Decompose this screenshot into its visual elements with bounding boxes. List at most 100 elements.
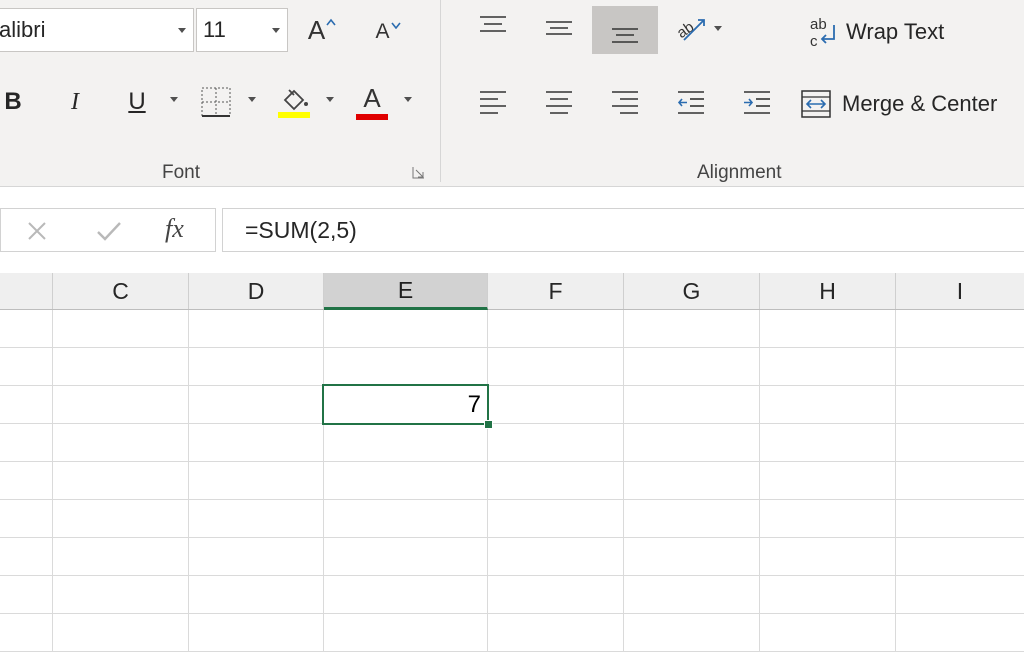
grid-cell[interactable] (53, 310, 189, 348)
grid-cell[interactable] (324, 310, 488, 348)
grid-cell[interactable] (896, 310, 1024, 348)
grid-cell[interactable] (324, 462, 488, 500)
fill-color-dropdown-icon[interactable] (326, 97, 334, 102)
decrease-font-size-button[interactable]: A (366, 12, 410, 52)
grid-cell[interactable] (624, 576, 760, 614)
grid-cell[interactable] (0, 462, 53, 500)
grid-cell[interactable] (324, 538, 488, 576)
font-dialog-launcher-icon[interactable] (412, 166, 426, 180)
grid-cell[interactable] (896, 462, 1024, 500)
grid-cell[interactable] (624, 614, 760, 652)
fill-color-button[interactable] (276, 82, 312, 122)
orientation-dropdown-icon[interactable] (714, 26, 722, 31)
grid-cell[interactable] (189, 500, 324, 538)
grid-cell[interactable] (324, 576, 488, 614)
grid-cell[interactable] (896, 348, 1024, 386)
grid-cell[interactable] (189, 462, 324, 500)
cancel-x-icon[interactable] (25, 219, 49, 243)
font-color-dropdown-icon[interactable] (404, 97, 412, 102)
underline-button[interactable]: U (122, 80, 152, 124)
borders-dropdown-icon[interactable] (248, 97, 256, 102)
column-header-f[interactable]: F (488, 273, 624, 309)
grid-cell[interactable] (189, 576, 324, 614)
grid-cell[interactable] (896, 424, 1024, 462)
grid-cell[interactable] (53, 500, 189, 538)
grid-cell[interactable] (0, 386, 53, 424)
grid-cell[interactable] (0, 538, 53, 576)
grid-cell[interactable] (488, 462, 624, 500)
increase-indent-button[interactable] (736, 84, 778, 120)
font-name-dropdown-icon[interactable] (171, 27, 193, 33)
merge-center-button[interactable]: Merge & Center (800, 84, 1024, 124)
grid-cell[interactable] (760, 576, 896, 614)
grid-cell[interactable] (324, 348, 488, 386)
decrease-indent-button[interactable] (670, 84, 712, 120)
grid-cell[interactable] (488, 348, 624, 386)
bottom-align-button[interactable] (592, 6, 658, 54)
grid-cell[interactable] (896, 614, 1024, 652)
grid-cell[interactable] (53, 614, 189, 652)
align-left-button[interactable] (472, 84, 514, 120)
grid-cell[interactable] (624, 348, 760, 386)
grid-cell[interactable] (0, 310, 53, 348)
grid-cell[interactable] (896, 500, 1024, 538)
column-header-g[interactable]: G (624, 273, 760, 309)
grid-cell[interactable] (896, 386, 1024, 424)
grid-cell[interactable] (760, 310, 896, 348)
top-align-button[interactable] (472, 8, 514, 44)
underline-dropdown-icon[interactable] (170, 97, 178, 102)
grid-cell[interactable] (624, 424, 760, 462)
grid-cell[interactable] (324, 424, 488, 462)
grid-cell[interactable] (624, 538, 760, 576)
font-size-combo[interactable]: 11 (196, 8, 288, 52)
grid-cell[interactable] (760, 462, 896, 500)
align-right-button[interactable] (604, 84, 646, 120)
grid-cell[interactable] (760, 538, 896, 576)
grid-cell[interactable] (324, 500, 488, 538)
grid-cell[interactable] (53, 386, 189, 424)
grid-cell[interactable] (488, 576, 624, 614)
align-center-button[interactable] (538, 84, 580, 120)
middle-align-button[interactable] (538, 10, 580, 46)
grid-cell[interactable] (896, 576, 1024, 614)
column-header-d[interactable]: D (189, 273, 324, 309)
grid-cell[interactable] (324, 614, 488, 652)
grid-cell[interactable] (760, 500, 896, 538)
grid-cell[interactable] (0, 424, 53, 462)
grid-cell[interactable] (624, 462, 760, 500)
wrap-text-button[interactable]: ab c Wrap Text (808, 12, 958, 52)
grid-cell[interactable] (624, 310, 760, 348)
grid-cell[interactable] (488, 310, 624, 348)
grid-cell[interactable] (189, 386, 324, 424)
active-cell-e4[interactable]: 7 (322, 384, 489, 425)
grid-cell[interactable] (189, 310, 324, 348)
column-header-b[interactable] (0, 273, 53, 309)
grid-cell[interactable] (624, 500, 760, 538)
grid-cell[interactable] (0, 348, 53, 386)
font-size-dropdown-icon[interactable] (265, 27, 287, 33)
grid-cell[interactable] (53, 348, 189, 386)
grid-cell[interactable] (760, 386, 896, 424)
italic-button[interactable]: I (60, 80, 90, 124)
enter-check-icon[interactable] (95, 219, 123, 243)
bold-button[interactable]: B (0, 80, 26, 124)
increase-font-size-button[interactable]: A (300, 10, 344, 50)
font-name-combo[interactable]: alibri (0, 8, 194, 52)
fill-handle[interactable] (484, 420, 493, 429)
grid-cell[interactable] (0, 500, 53, 538)
column-header-i[interactable]: I (896, 273, 1024, 309)
grid-cell[interactable] (189, 424, 324, 462)
grid-cell[interactable] (53, 424, 189, 462)
column-header-c[interactable]: C (53, 273, 189, 309)
grid-cell[interactable] (760, 424, 896, 462)
grid-cell[interactable] (624, 386, 760, 424)
grid-cell[interactable] (53, 576, 189, 614)
orientation-button[interactable]: ab (672, 10, 712, 46)
grid-cell[interactable] (488, 386, 624, 424)
grid-cell[interactable] (488, 500, 624, 538)
grid-cell[interactable] (189, 348, 324, 386)
grid-cell[interactable] (53, 462, 189, 500)
column-header-h[interactable]: H (760, 273, 896, 309)
column-header-e[interactable]: E (324, 273, 488, 310)
grid-cell[interactable] (0, 614, 53, 652)
